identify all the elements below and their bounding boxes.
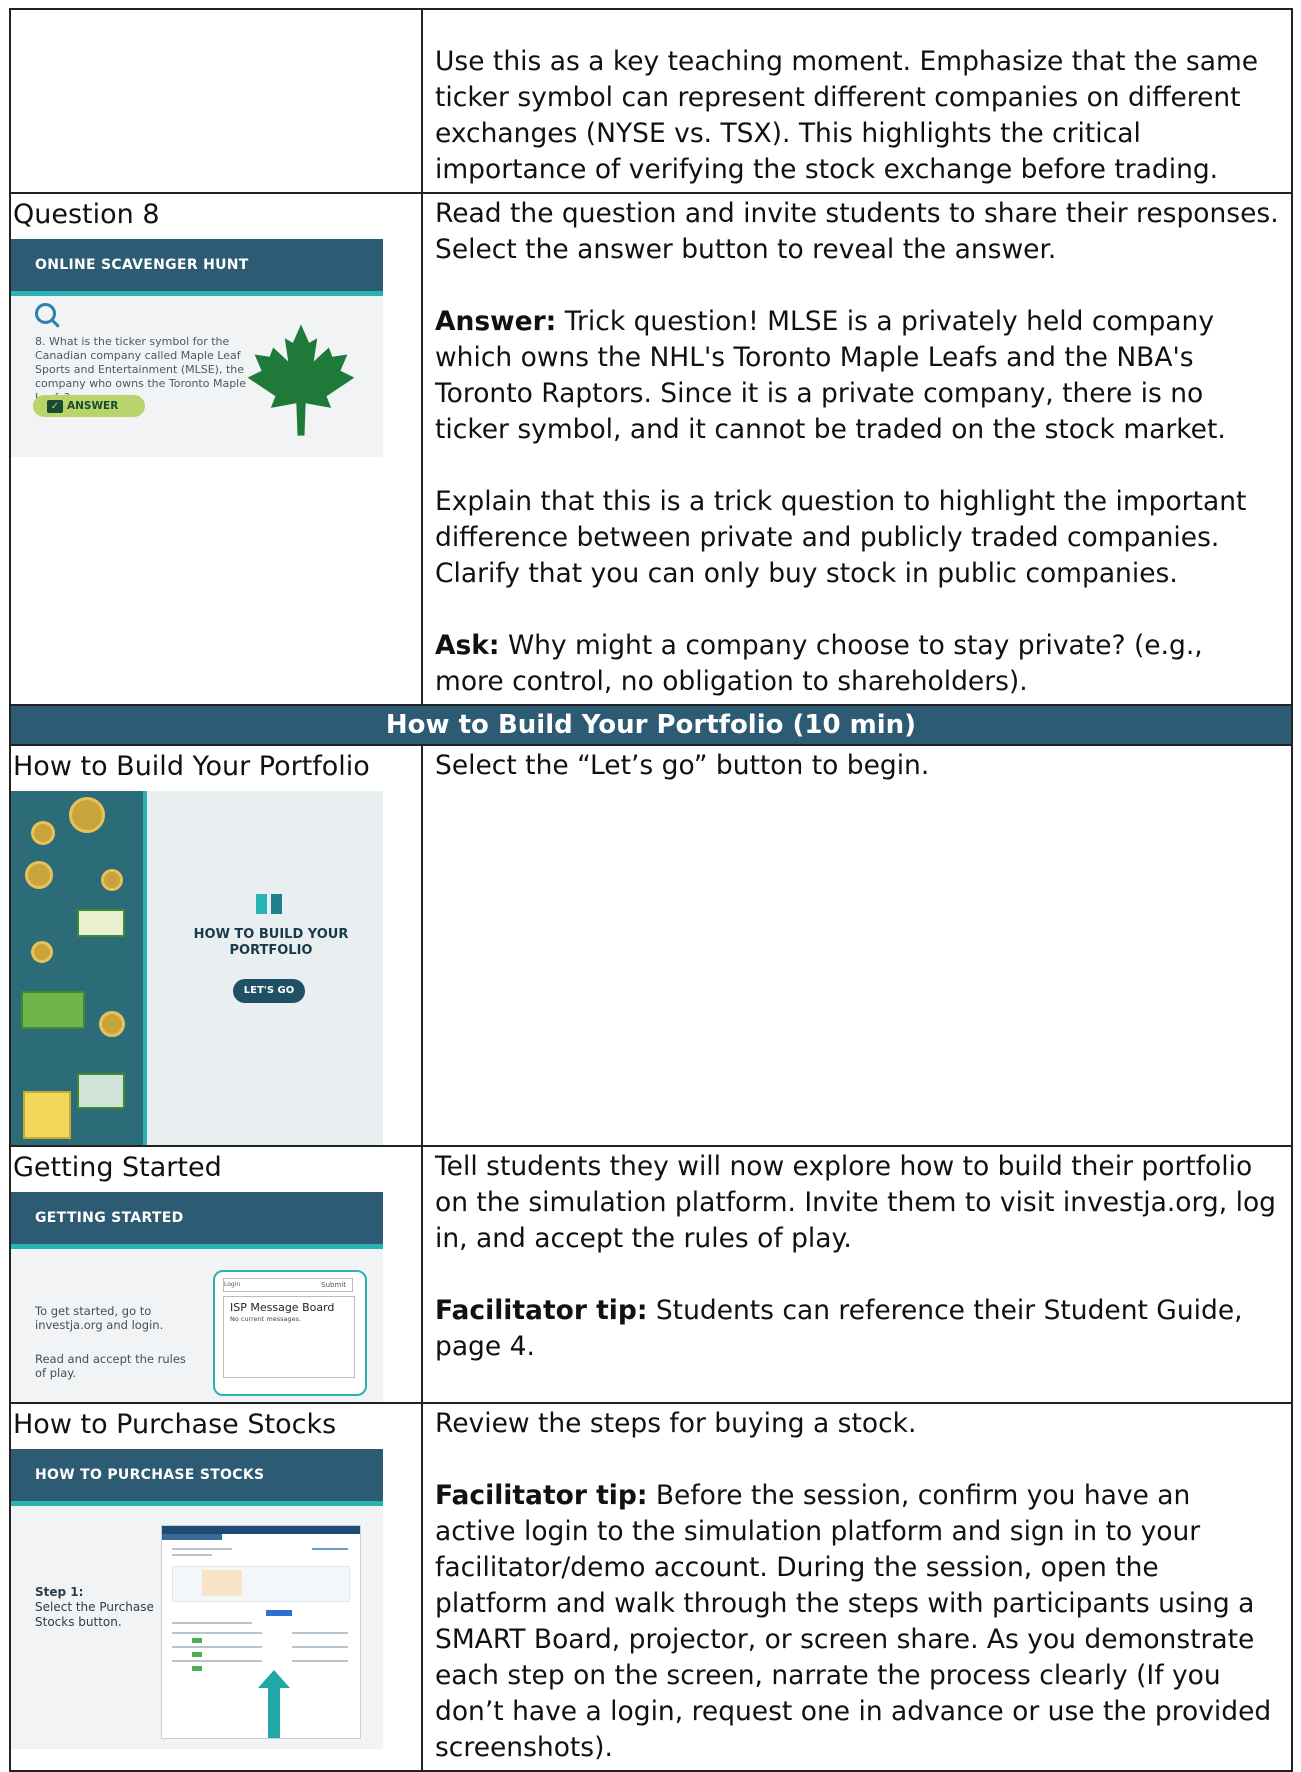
search-icon [35,303,56,324]
step-label: Step 1: [35,1585,84,1599]
text-line [172,1646,262,1648]
arrow-shaft [268,1686,280,1738]
instructions: Review the steps for buying a stock. [435,1408,917,1439]
status-tag [192,1666,202,1671]
book-icon [256,894,282,914]
text-line [172,1632,262,1634]
step-text: Select the Purchase Stocks button. [35,1600,154,1629]
table-row: Use this as a key teaching moment. Empha… [9,8,1293,194]
notes-cell: Review the steps for buying a stock. Fac… [421,1402,1293,1772]
mini-chart [172,1566,350,1602]
text-line [292,1646,348,1648]
notes-cell: Use this as a key teaching moment. Empha… [421,8,1293,194]
empty-cell [9,8,423,194]
board-title: ISP Message Board [230,1301,335,1314]
slide-thumbnail-portfolio: HOW TO BUILD YOUR PORTFOLIO LET'S GO [11,791,383,1145]
nav-bar [162,1526,360,1534]
instructions: Read the question and invite students to… [435,198,1279,265]
slide-header: ONLINE SCAVENGER HUNT [11,239,383,296]
text-line [172,1554,212,1556]
coin-icon [101,869,123,891]
lesson-table: Use this as a key teaching moment. Empha… [9,8,1293,1772]
status-tag [192,1652,202,1657]
coin-icon [31,821,55,845]
text-line [172,1622,252,1624]
notes-cell: Tell students they will now explore how … [421,1145,1293,1404]
coin-icon [25,861,53,889]
text-line [172,1548,232,1550]
text-line [172,1660,262,1662]
answer-button-label: ANSWER [67,400,119,412]
ask-label: Ask: [435,630,500,661]
submit-button[interactable]: Submit [321,1279,346,1291]
slide-instruction: To get started, go to investja.org and l… [35,1304,164,1332]
tip-text: Before the session, confirm you have an … [435,1480,1272,1763]
message-board: ISP Message Board No current messages. [223,1296,355,1378]
slide-header: GETTING STARTED [11,1192,383,1249]
row-title: Getting Started [13,1152,222,1183]
chart-band [202,1570,242,1596]
tip-label: Facilitator tip: [435,1295,648,1326]
slide-thumbnail-getting-started: GETTING STARTED To get started, go to in… [11,1192,383,1402]
checkbox-icon: ✓ [47,399,63,413]
slide-cell: How to Purchase Stocks HOW TO PURCHASE S… [9,1402,423,1772]
slide-cell: Question 8 ONLINE SCAVENGER HUNT 8. What… [9,192,423,706]
money-icon [21,991,85,1029]
table-row: Getting Started GETTING STARTED To get s… [9,1145,1293,1404]
answer-button[interactable]: ✓ ANSWER [33,395,145,417]
tip-label: Facilitator tip: [435,1480,648,1511]
explain-paragraph: Explain that this is a trick question to… [435,486,1247,589]
sub-nav [162,1534,222,1540]
ask-text: Why might a company choose to stay priva… [435,630,1203,697]
slide-step: Step 1: Select the Purchase Stocks butto… [35,1585,155,1630]
laptop-icon [77,909,125,937]
screenshot-frame: Login Submit ISP Message Board No current… [213,1270,367,1396]
laptop-icon [77,1073,125,1109]
tip-paragraph: Facilitator tip: Students can reference … [435,1293,1279,1365]
lets-go-button[interactable]: LET'S GO [233,979,305,1003]
login-label: Login [224,1281,241,1288]
answer-paragraph: Answer: Trick question! MLSE is a privat… [435,304,1279,448]
coin-icon [31,941,53,963]
status-tag [192,1638,202,1643]
table-row: How to Build Your Portfolio HOW TO BUILD… [9,744,1293,1147]
slide-thumbnail-scavenger: ONLINE SCAVENGER HUNT 8. What is the tic… [11,239,383,457]
maple-leaf-icon [247,324,355,436]
slide-title: HOW TO BUILD YOUR PORTFOLIO [193,927,349,958]
text-line [292,1660,348,1662]
slide-cell: Getting Started GETTING STARTED To get s… [9,1145,423,1404]
row-title: How to Build Your Portfolio [13,751,370,782]
instructions: Tell students they will now explore how … [435,1151,1276,1254]
chart-icon [23,1091,71,1139]
tip-paragraph: Facilitator tip: Before the session, con… [435,1478,1279,1766]
answer-label: Answer: [435,306,557,337]
ask-paragraph: Ask: Why might a company choose to stay … [435,628,1279,700]
coin-icon [69,797,105,833]
slide-header: HOW TO PURCHASE STOCKS [11,1449,383,1506]
coin-icon [99,1011,125,1037]
platform-screenshot [161,1525,361,1739]
notes-cell: Select the “Let’s go” button to begin. [421,744,1293,1147]
teaching-note: Use this as a key teaching moment. Empha… [435,46,1259,185]
text-line [312,1548,348,1550]
purchase-stocks-button[interactable] [266,1610,292,1616]
table-row: How to Purchase Stocks HOW TO PURCHASE S… [9,1402,1293,1772]
text-line [292,1632,348,1634]
table-row: Question 8 ONLINE SCAVENGER HUNT 8. What… [9,192,1293,706]
slide-instruction: Read and accept the rules of play. [35,1352,186,1380]
section-header-row: How to Build Your Portfolio (10 min) [9,704,1293,746]
notes-cell: Read the question and invite students to… [421,192,1293,706]
section-title: How to Build Your Portfolio (10 min) [9,704,1293,746]
accent-stripe [143,791,147,1145]
row-title: How to Purchase Stocks [13,1409,337,1440]
login-bar: Login Submit [223,1278,353,1292]
instructions: Select the “Let’s go” button to begin. [435,750,930,781]
board-message: No current messages. [230,1315,302,1323]
slide-cell: How to Build Your Portfolio HOW TO BUILD… [9,744,423,1147]
slide-thumbnail-purchase: HOW TO PURCHASE STOCKS Step 1: Select th… [11,1449,383,1749]
row-title: Question 8 [13,199,160,230]
